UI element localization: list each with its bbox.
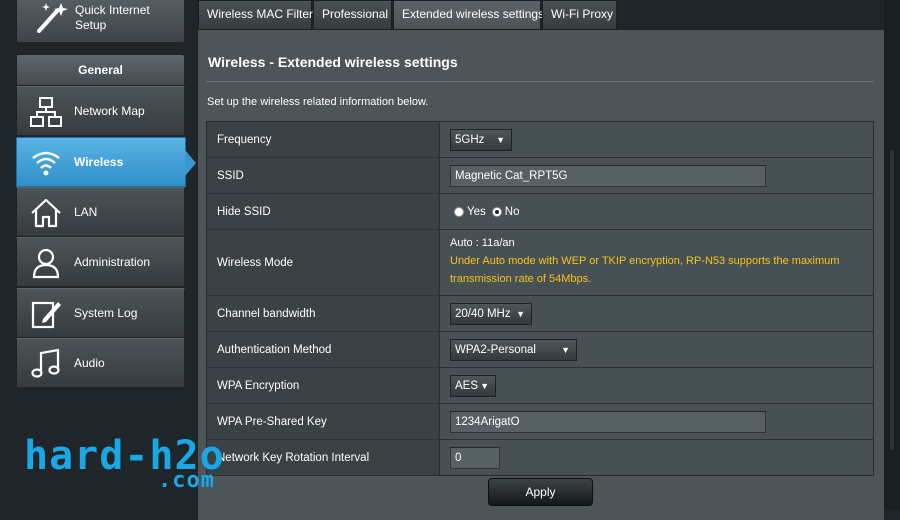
hide-ssid-yes-radio[interactable] — [454, 206, 464, 217]
sidebar-item-wireless[interactable]: Wireless — [16, 137, 186, 187]
title-divider — [206, 81, 874, 82]
tab-wifi-proxy[interactable]: Wi-Fi Proxy — [542, 0, 617, 30]
sidebar-item-network-map[interactable]: Network Map — [16, 86, 185, 136]
auth-method-value: WPA2-Personal — [455, 343, 536, 356]
page-description: Set up the wireless related information … — [207, 96, 429, 108]
wpa-psk-input[interactable]: 1234ArigatO — [450, 410, 766, 433]
auth-method-row: Authentication Method WPA2-Personal ▼ — [207, 331, 873, 367]
wpa-psk-label: WPA Pre-Shared Key — [207, 404, 440, 439]
hide-ssid-no-label: No — [504, 205, 520, 218]
tab-professional[interactable]: Professional — [313, 0, 392, 30]
settings-table: Frequency 5GHz ▼ SSID Magnetic Cat_RPT5G… — [206, 121, 874, 476]
channel-bandwidth-label: Channel bandwidth — [207, 296, 440, 331]
quick-setup-label: Quick Internet Setup — [75, 3, 150, 32]
scrollbar[interactable] — [890, 150, 894, 450]
sidebar-item-system-log[interactable]: System Log — [16, 288, 185, 338]
auth-method-label: Authentication Method — [207, 332, 440, 367]
ssid-input[interactable]: Magnetic Cat_RPT5G — [450, 164, 766, 187]
sidebar-item-label: Audio — [74, 356, 105, 370]
frequency-select[interactable]: 5GHz ▼ — [450, 128, 512, 151]
sidebar-item-label: LAN — [74, 205, 98, 219]
dropdown-caret-icon: ▼ — [496, 134, 505, 145]
auth-method-select[interactable]: WPA2-Personal ▼ — [450, 338, 577, 361]
key-rotation-label: Network Key Rotation Interval — [207, 440, 440, 475]
sidebar-item-audio[interactable]: Audio — [16, 338, 185, 388]
sidebar-item-label: System Log — [74, 306, 138, 320]
sidebar-item-label: Administration — [74, 255, 151, 269]
active-indicator-arrow — [185, 150, 196, 176]
ssid-label: SSID — [207, 158, 440, 193]
magic-wand-icon — [37, 3, 68, 33]
sidebar-item-label: Wireless — [74, 155, 124, 169]
wireless-mode-row: Wireless Mode Auto : 11a/an Under Auto m… — [207, 229, 873, 295]
page-title: Wireless - Extended wireless settings — [208, 54, 458, 70]
dropdown-caret-icon: ▼ — [516, 308, 525, 319]
user-icon — [32, 248, 60, 279]
sidebar-item-lan[interactable]: LAN — [16, 187, 185, 237]
hide-ssid-yes-label: Yes — [467, 205, 486, 218]
sidebar-item-administration[interactable]: Administration — [16, 237, 185, 287]
settings-panel: Wireless - Extended wireless settings Se… — [198, 30, 884, 520]
wireless-mode-warning-cont: transmission rate of 54Mbps. — [450, 273, 592, 285]
general-section-header: General — [16, 54, 185, 86]
log-edit-icon — [31, 301, 61, 329]
dropdown-caret-icon: ▼ — [480, 380, 489, 391]
hide-ssid-row: Hide SSID Yes No — [207, 193, 873, 229]
frequency-value: 5GHz — [455, 133, 485, 146]
wireless-mode-label: Wireless Mode — [207, 230, 440, 295]
wireless-mode-value: Auto : 11a/an — [450, 237, 515, 249]
quick-internet-setup-button[interactable]: Quick Internet Setup — [16, 0, 185, 43]
hide-ssid-label: Hide SSID — [207, 194, 440, 229]
ssid-row: SSID Magnetic Cat_RPT5G — [207, 157, 873, 193]
frequency-label: Frequency — [207, 122, 440, 157]
wpa-encryption-value: AES — [455, 379, 479, 392]
tab-extended-wireless-settings[interactable]: Extended wireless settings — [393, 0, 544, 30]
wifi-icon — [32, 151, 60, 176]
wpa-encryption-select[interactable]: AES ▼ — [450, 374, 496, 397]
watermark-logo-suffix: .com — [158, 468, 215, 493]
tab-wireless-mac-filter[interactable]: Wireless MAC Filter — [198, 0, 313, 30]
key-rotation-row: Network Key Rotation Interval 0 — [207, 439, 873, 475]
channel-bandwidth-row: Channel bandwidth 20/40 MHz ▼ — [207, 295, 873, 331]
sidebar-item-label: Network Map — [74, 104, 145, 118]
home-icon — [31, 198, 61, 228]
wpa-encryption-label: WPA Encryption — [207, 368, 440, 403]
channel-bandwidth-select[interactable]: 20/40 MHz ▼ — [450, 302, 532, 325]
dropdown-caret-icon: ▼ — [561, 344, 570, 355]
hide-ssid-no-radio[interactable] — [491, 206, 502, 217]
music-note-icon — [31, 348, 60, 378]
network-map-icon — [30, 97, 62, 127]
wpa-psk-row: WPA Pre-Shared Key 1234ArigatO — [207, 403, 873, 439]
wireless-mode-warning: Under Auto mode with WEP or TKIP encrypt… — [450, 255, 840, 267]
key-rotation-input[interactable]: 0 — [450, 446, 500, 469]
apply-button[interactable]: Apply — [488, 478, 593, 506]
channel-bandwidth-value: 20/40 MHz — [455, 307, 511, 320]
wpa-encryption-row: WPA Encryption AES ▼ — [207, 367, 873, 403]
frequency-row: Frequency 5GHz ▼ — [207, 122, 873, 157]
